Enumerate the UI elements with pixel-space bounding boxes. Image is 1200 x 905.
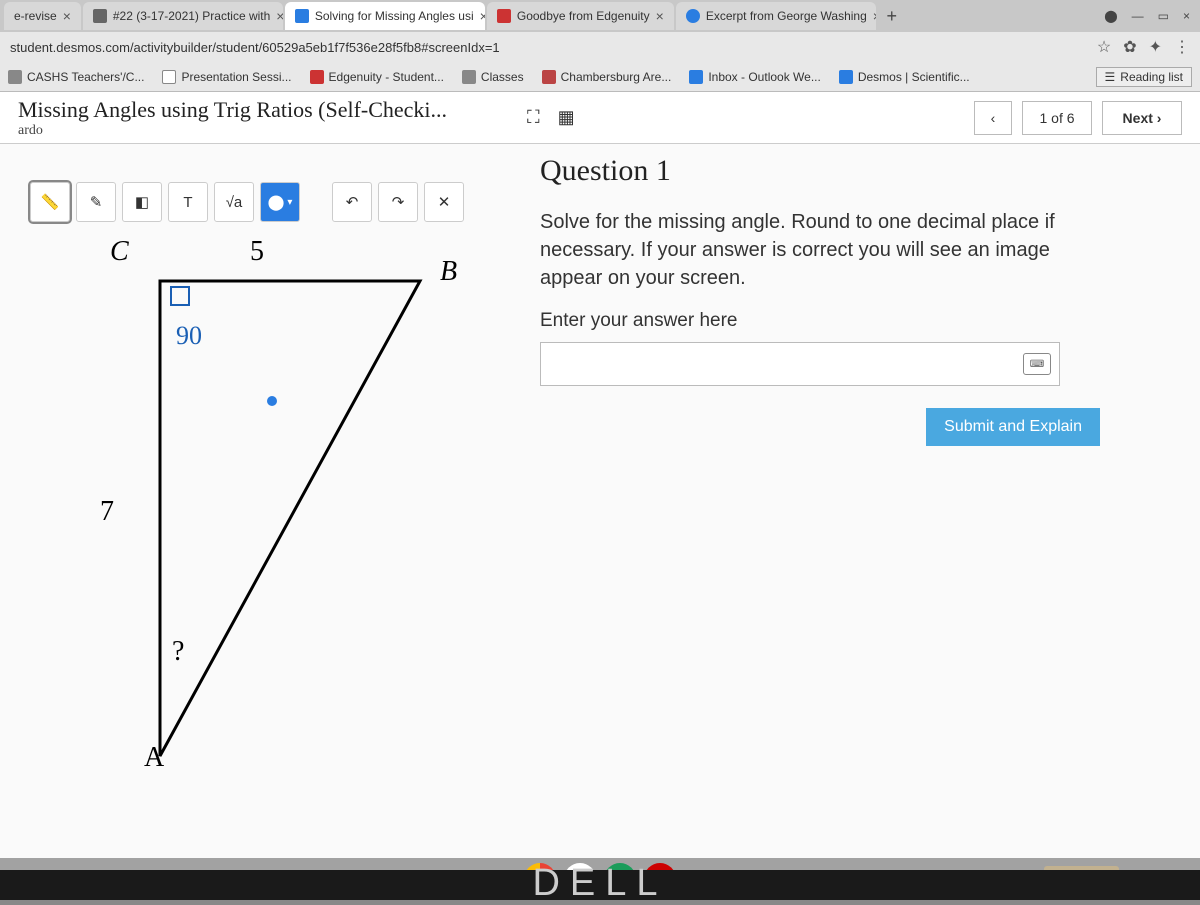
bookmark-cashs[interactable]: CASHS Teachers'/C... bbox=[8, 70, 144, 84]
bookmark-label: Inbox - Outlook We... bbox=[708, 70, 821, 84]
bookmark-edgenuity[interactable]: Edgenuity - Student... bbox=[310, 70, 444, 84]
close-icon[interactable]: × bbox=[656, 8, 664, 24]
bookmark-desmos[interactable]: Desmos | Scientific... bbox=[839, 70, 970, 84]
side-7-label: 7 bbox=[100, 496, 114, 528]
dell-logo: DELL bbox=[0, 862, 1200, 905]
doc-icon bbox=[462, 70, 476, 84]
tab-label: #22 (3-17-2021) Practice with bbox=[113, 9, 270, 23]
clear-button[interactable]: ✕ bbox=[424, 182, 464, 222]
puzzle-icon[interactable]: ✦ bbox=[1149, 37, 1162, 57]
bookmark-label: Edgenuity - Student... bbox=[329, 70, 444, 84]
vertex-b-label: B bbox=[440, 256, 457, 288]
close-icon[interactable]: × bbox=[873, 8, 876, 24]
next-button[interactable]: Next › bbox=[1102, 101, 1182, 135]
ruler-tool[interactable]: 📏 bbox=[30, 182, 70, 222]
close-icon[interactable]: × bbox=[63, 8, 71, 24]
tab-label: Goodbye from Edgenuity bbox=[517, 9, 650, 23]
reading-list-label: Reading list bbox=[1120, 70, 1183, 84]
browser-tabs-bar: e-revise × #22 (3-17-2021) Practice with ×… bbox=[0, 0, 1200, 32]
bookmark-label: Desmos | Scientific... bbox=[858, 70, 970, 84]
activity-header: Missing Angles using Trig Ratios (Self-C… bbox=[0, 92, 1200, 144]
angle-90-label: 90 bbox=[176, 321, 202, 351]
tab-excerpt[interactable]: Excerpt from George Washing × bbox=[676, 2, 876, 30]
maximize-icon[interactable]: ▭ bbox=[1158, 9, 1169, 23]
desmos-icon bbox=[839, 70, 853, 84]
url-text[interactable]: student.desmos.com/activitybuilder/stude… bbox=[10, 40, 1097, 55]
eraser-tool[interactable]: ◧ bbox=[122, 182, 162, 222]
math-tool[interactable]: √a bbox=[214, 182, 254, 222]
account-icon[interactable]: ⬤ bbox=[1104, 9, 1117, 23]
tab-desmos-active[interactable]: Solving for Missing Angles usi × bbox=[285, 2, 485, 30]
reading-list-button[interactable]: ☰ Reading list bbox=[1096, 67, 1192, 87]
address-bar: student.desmos.com/activitybuilder/stude… bbox=[0, 32, 1200, 62]
page-indicator: 1 of 6 bbox=[1022, 101, 1092, 135]
menu-icon[interactable]: ⋮ bbox=[1174, 37, 1190, 57]
tab-edgenuity[interactable]: Goodbye from Edgenuity × bbox=[487, 2, 674, 30]
extension-icon[interactable]: ✿ bbox=[1123, 37, 1136, 57]
favicon-icon bbox=[295, 9, 309, 23]
keyboard-icon[interactable]: ⌨ bbox=[1023, 353, 1051, 375]
favicon-icon bbox=[497, 9, 511, 23]
prev-button[interactable]: ‹ bbox=[974, 101, 1012, 135]
close-icon[interactable]: × bbox=[276, 8, 283, 24]
bookmarks-bar: CASHS Teachers'/C... Presentation Sessi.… bbox=[0, 62, 1200, 92]
tab-practice[interactable]: #22 (3-17-2021) Practice with × bbox=[83, 2, 283, 30]
sketch-canvas[interactable]: C 5 B 90 7 ? A bbox=[40, 236, 490, 756]
sketch-pane: 📏 ✎ ◧ T √a ⬤▾ ↶ ↷ ✕ C 5 B 90 bbox=[0, 144, 510, 870]
favicon-icon bbox=[686, 9, 700, 23]
bookmark-label: Chambersburg Are... bbox=[561, 70, 672, 84]
close-icon[interactable]: × bbox=[480, 8, 485, 24]
canvas-dot bbox=[267, 396, 277, 406]
answer-row: ⌨ bbox=[540, 342, 1060, 386]
g-icon bbox=[162, 70, 176, 84]
tab-label: Excerpt from George Washing bbox=[706, 9, 867, 23]
favicon-icon bbox=[93, 9, 107, 23]
x-icon bbox=[310, 70, 324, 84]
list-icon: ☰ bbox=[1105, 70, 1116, 84]
bookmark-classes[interactable]: Classes bbox=[462, 70, 524, 84]
submit-button[interactable]: Submit and Explain bbox=[926, 408, 1100, 446]
star-icon[interactable]: ☆ bbox=[1097, 37, 1111, 57]
question-title: Question 1 bbox=[540, 154, 1160, 188]
redo-button[interactable]: ↷ bbox=[378, 182, 418, 222]
tab-erevise[interactable]: e-revise × bbox=[4, 2, 81, 30]
answer-label: Enter your answer here bbox=[540, 310, 1160, 332]
close-window-icon[interactable]: × bbox=[1183, 9, 1190, 23]
pencil-tool[interactable]: ✎ bbox=[76, 182, 116, 222]
bookmark-chambersburg[interactable]: Chambersburg Are... bbox=[542, 70, 672, 84]
minimize-icon[interactable]: — bbox=[1132, 9, 1144, 23]
color-tool[interactable]: ⬤▾ bbox=[260, 182, 300, 222]
angle-unknown-label: ? bbox=[172, 636, 184, 668]
tab-label: e-revise bbox=[14, 9, 57, 23]
bookmark-label: Classes bbox=[481, 70, 524, 84]
grid-icon[interactable]: ▦ bbox=[558, 107, 575, 128]
side-5-label: 5 bbox=[250, 236, 264, 268]
activity-title: Missing Angles using Trig Ratios (Self-C… bbox=[18, 97, 447, 123]
text-tool[interactable]: T bbox=[168, 182, 208, 222]
activity-subtitle: ardo bbox=[18, 123, 447, 139]
new-tab-button[interactable]: + bbox=[878, 2, 906, 30]
vertex-c-label: C bbox=[110, 236, 129, 268]
chevron-down-icon: ▾ bbox=[287, 197, 292, 208]
main-content: 📏 ✎ ◧ T √a ⬤▾ ↶ ↷ ✕ C 5 B 90 bbox=[0, 144, 1200, 870]
bookmark-label: CASHS Teachers'/C... bbox=[27, 70, 144, 84]
question-pane: Question 1 Solve for the missing angle. … bbox=[510, 144, 1200, 870]
tab-label: Solving for Missing Angles usi bbox=[315, 9, 474, 23]
fullscreen-icon[interactable]: ⛶ bbox=[527, 107, 540, 128]
undo-button[interactable]: ↶ bbox=[332, 182, 372, 222]
right-angle-mark bbox=[170, 286, 190, 306]
answer-input[interactable] bbox=[549, 343, 1023, 385]
question-prompt: Solve for the missing angle. Round to on… bbox=[540, 208, 1060, 292]
color-swatch-icon: ⬤ bbox=[268, 193, 285, 211]
bookmark-label: Presentation Sessi... bbox=[181, 70, 291, 84]
folder-icon bbox=[8, 70, 22, 84]
bookmark-presentation[interactable]: Presentation Sessi... bbox=[162, 70, 291, 84]
bookmark-outlook[interactable]: Inbox - Outlook We... bbox=[689, 70, 821, 84]
vertex-a-label: A bbox=[144, 742, 164, 774]
sketch-toolbar: 📏 ✎ ◧ T √a ⬤▾ ↶ ↷ ✕ bbox=[30, 182, 490, 222]
outlook-icon bbox=[689, 70, 703, 84]
shield-icon bbox=[542, 70, 556, 84]
